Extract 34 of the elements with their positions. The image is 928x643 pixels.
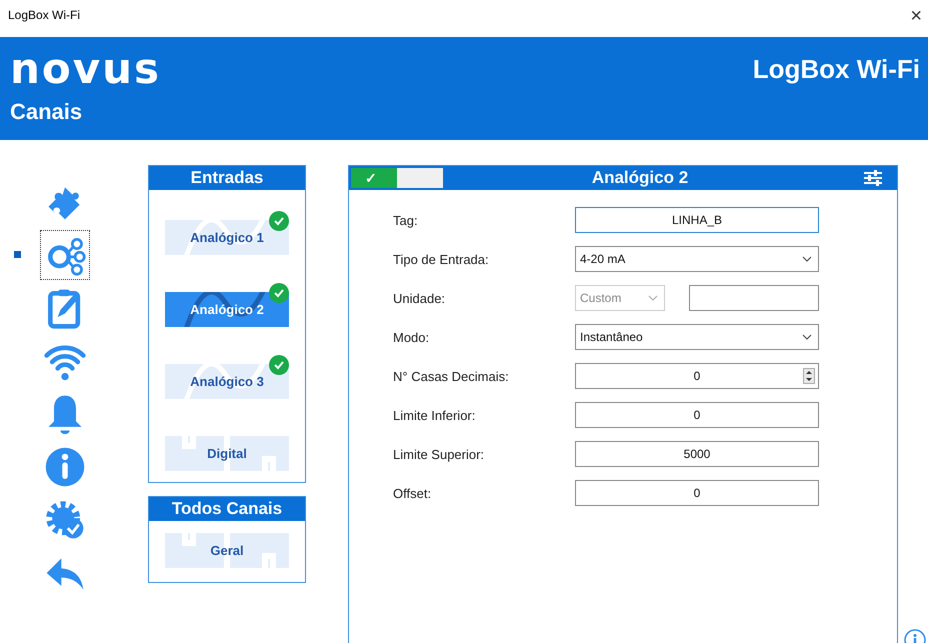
- chevron-down-icon: [648, 295, 658, 301]
- panel-title: Todos Canais: [149, 497, 305, 521]
- window-title: LogBox Wi-Fi: [8, 8, 80, 22]
- channel-button[interactable]: Analógico 1: [165, 220, 289, 255]
- panel-title: Entradas: [149, 166, 305, 190]
- panel-title: Analógico 2: [590, 168, 690, 188]
- channels-icon[interactable]: [40, 230, 90, 280]
- field-label: Tipo de Entrada:: [393, 252, 490, 266]
- field-label: Modo:: [393, 330, 430, 344]
- field-label: Limite Superior:: [393, 446, 486, 462]
- dropdown[interactable]: 4-20 mA: [575, 246, 819, 272]
- input-field[interactable]: 0: [575, 402, 819, 428]
- spinner-arrows-icon[interactable]: [803, 368, 815, 384]
- channel-button[interactable]: Analógico 3: [165, 364, 289, 399]
- settings-icon[interactable]: [863, 170, 883, 186]
- channel-button[interactable]: Digital: [165, 436, 289, 471]
- chevron-down-icon: [802, 256, 812, 262]
- dropdown[interactable]: Instantâneo: [575, 324, 819, 350]
- input-field[interactable]: LINHA_B: [575, 207, 819, 233]
- section-title: Canais: [10, 99, 82, 125]
- chevron-down-icon: [802, 334, 812, 340]
- channel-button[interactable]: Geral: [165, 533, 289, 568]
- logo: novus: [10, 47, 162, 91]
- field-label: N° Casas Decimais:: [393, 368, 510, 384]
- spin-field[interactable]: 0: [575, 363, 819, 389]
- field-label: Unidade:: [393, 290, 446, 306]
- field-label: Offset:: [393, 486, 432, 500]
- field-label: Limite Inferior:: [393, 408, 476, 422]
- field-label: Tag:: [393, 212, 419, 228]
- input-field[interactable]: 0: [575, 480, 819, 506]
- product-title: LogBox Wi-Fi: [752, 54, 920, 84]
- input-field[interactable]: 5000: [575, 441, 819, 467]
- input-field[interactable]: [689, 285, 819, 311]
- close-button[interactable]: ×: [910, 8, 922, 24]
